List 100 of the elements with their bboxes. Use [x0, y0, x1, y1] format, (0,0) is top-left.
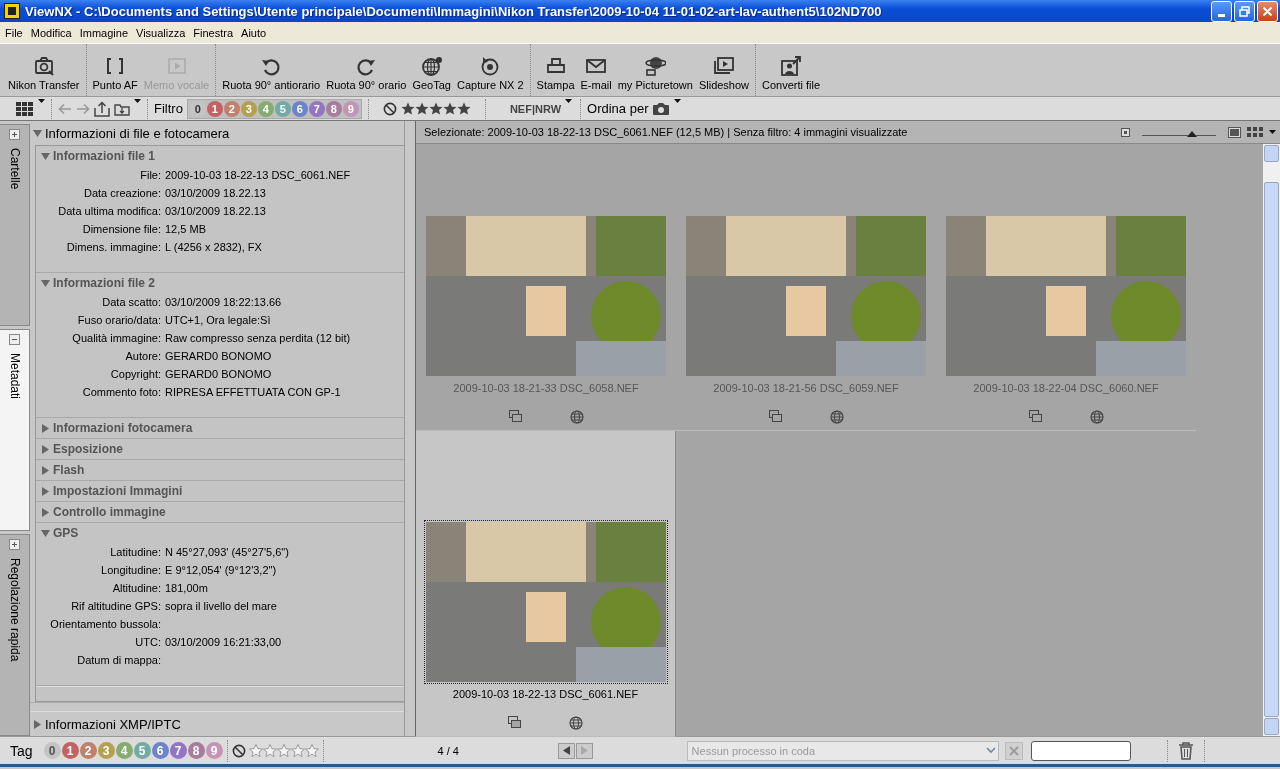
- toolbar-button[interactable]: Punto AF: [89, 44, 141, 96]
- label-chip[interactable]: 9: [205, 742, 223, 759]
- label-chip[interactable]: 8: [187, 742, 205, 759]
- grid-view-icon[interactable]: [16, 101, 34, 116]
- globe-icon[interactable]: [569, 410, 584, 424]
- toolbar-button[interactable]: Ruota 90° antiorario: [219, 44, 324, 96]
- label-chip[interactable]: 5: [133, 742, 151, 759]
- previous-button[interactable]: [557, 742, 575, 759]
- expand-triangle-icon[interactable]: [33, 719, 42, 729]
- menu-item[interactable]: Finestra: [189, 26, 238, 39]
- menu-item[interactable]: Modifica: [26, 26, 76, 39]
- label-chip[interactable]: 4: [115, 742, 133, 759]
- folder-down-icon[interactable]: [114, 101, 130, 116]
- star-rating[interactable]: [248, 743, 319, 758]
- trash-icon[interactable]: [1177, 741, 1194, 760]
- camera-icon[interactable]: [652, 101, 671, 116]
- collapse-triangle-icon[interactable]: [41, 278, 50, 288]
- label-chip[interactable]: 6: [291, 100, 308, 117]
- section-header[interactable]: GPS: [36, 523, 404, 543]
- selection-status: Selezionate: 2009-10-03 18-22-13 DSC_6061.NEF (12,5 MB) | Senza filtro: 4 immagini visualizzate: [424, 126, 909, 138]
- label-chip[interactable]: 5: [274, 100, 291, 117]
- thumbnail[interactable]: 2009-10-03 18-21-56 DSC_6059.NEF: [676, 144, 936, 431]
- expand-triangle-icon[interactable]: [41, 507, 50, 517]
- label-chip[interactable]: 0: [43, 742, 61, 759]
- globe-icon[interactable]: [829, 410, 844, 424]
- field-label: Fuso orario/data:: [76, 314, 161, 326]
- toolbar-button[interactable]: Slideshow: [695, 44, 753, 96]
- section-header[interactable]: Esposizione: [36, 439, 404, 459]
- plus-icon[interactable]: [9, 539, 20, 550]
- label-chip[interactable]: 4: [257, 100, 274, 117]
- toolbar-button[interactable]: my Picturetown: [614, 44, 696, 96]
- star-rating-filter[interactable]: [400, 101, 471, 116]
- label-chip[interactable]: 3: [240, 100, 257, 117]
- menu-item[interactable]: Immagine: [75, 26, 132, 39]
- field-label: Dimens. immagine:: [65, 241, 161, 253]
- layers-icon[interactable]: [768, 410, 782, 422]
- section-header[interactable]: Informazioni fotocamera: [36, 418, 404, 438]
- expand-triangle-icon[interactable]: [41, 444, 50, 454]
- section-header[interactable]: Flash: [36, 460, 404, 480]
- expand-triangle-icon[interactable]: [41, 486, 50, 496]
- menu-item[interactable]: Visualizza: [132, 26, 190, 39]
- collapse-triangle-icon[interactable]: [33, 128, 42, 138]
- grid-view-icon[interactable]: [1247, 127, 1263, 137]
- close-button[interactable]: [1257, 0, 1278, 22]
- scrollbar[interactable]: [1263, 144, 1280, 736]
- upload-icon[interactable]: [94, 100, 110, 117]
- small-thumbnail-icon[interactable]: [1121, 127, 1130, 137]
- thumbnail[interactable]: 2009-10-03 18-22-04 DSC_6060.NEF: [936, 144, 1196, 431]
- minus-icon[interactable]: [9, 334, 20, 345]
- queue-dropdown[interactable]: Nessun processo in coda: [686, 740, 999, 761]
- toolbar-button[interactable]: Capture NX 2: [453, 44, 527, 96]
- side-tab[interactable]: Regolazione rapida: [0, 534, 30, 736]
- section-header[interactable]: Impostazioni Immagini: [36, 481, 404, 501]
- sort-label[interactable]: Ordina per: [587, 101, 649, 116]
- label-chip[interactable]: 9: [342, 100, 359, 117]
- caret-icon[interactable]: [1269, 130, 1276, 134]
- metadata-group-header[interactable]: Informazioni XMP/IPTC: [30, 712, 404, 736]
- side-tab[interactable]: Cartelle: [0, 124, 30, 326]
- toolbar-button[interactable]: GeoTag: [409, 44, 454, 96]
- globe-icon[interactable]: [569, 716, 583, 730]
- raw-filter[interactable]: NEF|NRW: [509, 102, 562, 115]
- label-chip[interactable]: 8: [325, 100, 342, 117]
- section-header[interactable]: Controllo immagine: [36, 502, 404, 522]
- label-chip[interactable]: 7: [169, 742, 187, 759]
- globe-icon[interactable]: [1089, 410, 1104, 424]
- menu-item[interactable]: Aiuto: [237, 26, 271, 39]
- minimize-button[interactable]: [1211, 0, 1232, 22]
- layers-icon[interactable]: [508, 410, 522, 422]
- thumbnail[interactable]: 2009-10-03 18-22-13 DSC_6061.NEF: [416, 431, 676, 737]
- label-chip[interactable]: 7: [308, 100, 325, 117]
- label-chip[interactable]: 3: [97, 742, 115, 759]
- side-tab[interactable]: Metadati: [0, 329, 30, 531]
- collapse-triangle-icon[interactable]: [41, 151, 50, 161]
- toolbar-button[interactable]: Converti file: [759, 44, 824, 96]
- label-chip[interactable]: 2: [79, 742, 97, 759]
- expand-triangle-icon[interactable]: [41, 465, 50, 475]
- large-thumbnail-icon[interactable]: [1228, 126, 1241, 138]
- label-chip[interactable]: 1: [206, 100, 223, 117]
- maximize-button[interactable]: [1234, 0, 1255, 22]
- toolbar-button[interactable]: Stampa: [533, 44, 578, 96]
- layers-icon[interactable]: [1028, 410, 1042, 422]
- thumbnail[interactable]: 2009-10-03 18-21-33 DSC_6058.NEF: [416, 144, 676, 431]
- toolbar-button[interactable]: Nikon Transfer: [5, 44, 83, 96]
- expand-triangle-icon[interactable]: [41, 423, 50, 433]
- collapse-triangle-icon[interactable]: [41, 528, 50, 538]
- toolbar-button[interactable]: Ruota 90° orario: [323, 44, 410, 96]
- layers-icon[interactable]: [508, 716, 521, 728]
- section-title: Impostazioni Immagini: [53, 484, 183, 498]
- label-chip[interactable]: 0: [189, 100, 206, 117]
- section-header[interactable]: Informazioni file 2: [36, 273, 404, 293]
- menu-item[interactable]: File: [1, 26, 27, 39]
- input-field[interactable]: [1030, 740, 1131, 761]
- plus-icon[interactable]: [9, 129, 20, 140]
- label-chip[interactable]: 1: [61, 742, 79, 759]
- label-chip[interactable]: 6: [151, 742, 169, 759]
- section-title: Informazioni file 1: [53, 149, 155, 163]
- metadata-group-header[interactable]: Informazioni di file e fotocamera: [30, 121, 404, 145]
- label-chip[interactable]: 2: [223, 100, 240, 117]
- toolbar-button[interactable]: E-mail: [577, 44, 615, 96]
- section-header[interactable]: Informazioni file 1: [36, 146, 404, 166]
